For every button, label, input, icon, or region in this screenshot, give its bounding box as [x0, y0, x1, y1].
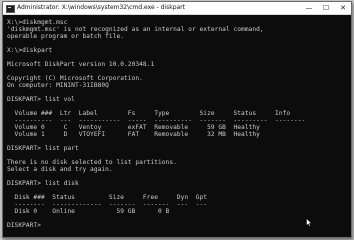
console-line: There is no disk selected to list partit… — [7, 159, 177, 166]
minimize-button[interactable]: — — [301, 2, 317, 14]
console-line: Microsoft DiskPart version 10.0.20348.1 — [7, 61, 155, 68]
console-line: operable program or batch file. — [7, 33, 125, 40]
console-line: Disk ### Status Size Free Dyn Gpt — [7, 194, 208, 201]
console-line: 'diskmgmt.msc' is not recognized as an i… — [7, 26, 264, 33]
console-line: X:\>diskpart — [7, 47, 53, 54]
command-prompt-window[interactable]: Administrator: X:\windows\system32\cmd.e… — [2, 1, 352, 238]
close-button[interactable]: ✕ — [335, 2, 351, 14]
console-line: Disk 0 Online 59 GB 0 B — [7, 208, 170, 215]
title-bar[interactable]: Administrator: X:\windows\system32\cmd.e… — [3, 2, 351, 15]
mouse-pointer-icon — [306, 218, 312, 227]
console-line: Volume 1 D VTOYEFI FAT Removable 32 MB H… — [7, 131, 260, 138]
console-line: ---------- --- ----------- ----- -------… — [7, 117, 306, 124]
console-line: DISKPART> — [7, 222, 45, 229]
cmd-console-icon — [6, 5, 15, 13]
console-line: Select a disk and try again. — [7, 166, 113, 173]
console-line: Volume 0 C Ventoy exFAT Removable 59 GB … — [7, 124, 260, 131]
maximize-button[interactable]: ☐ — [318, 2, 334, 14]
console-output[interactable]: X:\>diskmgmt.msc'diskmgmt.msc' is not re… — [3, 15, 351, 237]
console-line: DISKPART> list vol — [7, 96, 75, 103]
console-line: Volume ### Ltr Label Fs Type Size Status… — [7, 110, 291, 117]
console-line: DISKPART> list part — [7, 145, 79, 152]
window-title: Administrator: X:\windows\system32\cmd.e… — [17, 4, 185, 11]
console-line: DISKPART> list disk — [7, 180, 79, 187]
console-line: X:\>diskmgmt.msc — [7, 19, 68, 26]
console-line: Copyright (C) Microsoft Corporation. — [7, 75, 143, 82]
console-line: On computer: MININT-31IB80Q — [7, 82, 109, 89]
console-line: -------- ------------- ------- ------- -… — [7, 201, 208, 208]
console-scrollbar[interactable] — [348, 15, 351, 237]
